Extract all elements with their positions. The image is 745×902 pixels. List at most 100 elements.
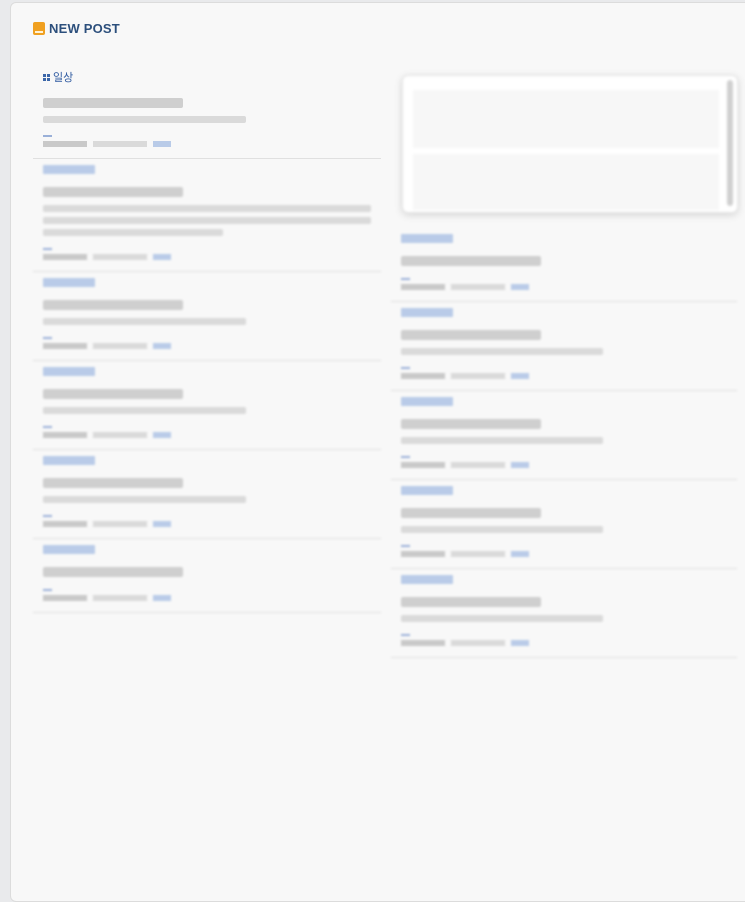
post-title[interactable]: [43, 300, 371, 310]
left-post-column: 일상: [33, 63, 381, 613]
meta-item: [43, 521, 87, 527]
post-title[interactable]: [43, 187, 371, 197]
post-category[interactable]: [43, 278, 371, 287]
category-tag: [43, 367, 95, 376]
post-card[interactable]: [33, 159, 381, 272]
category-tag: [43, 545, 95, 554]
post-excerpt-line: [401, 615, 604, 622]
post-title[interactable]: [43, 389, 371, 399]
category-tag: [43, 165, 95, 174]
post-title[interactable]: [401, 256, 727, 266]
panel-title: NEW POST: [49, 21, 120, 36]
meta-item: [511, 462, 529, 468]
post-meta: [43, 141, 371, 147]
meta-item: [93, 595, 147, 601]
post-card[interactable]: [33, 450, 381, 539]
separator-mark: [401, 367, 410, 369]
post-title[interactable]: [401, 508, 727, 518]
post-title[interactable]: [43, 98, 371, 108]
post-title[interactable]: [401, 330, 727, 340]
meta-item: [153, 141, 171, 147]
meta-item: [93, 432, 147, 438]
preview-scrollbar[interactable]: [727, 80, 733, 206]
post-category[interactable]: [43, 165, 371, 174]
post-category[interactable]: [43, 545, 371, 554]
meta-item: [451, 373, 505, 379]
category-tag: [401, 308, 453, 317]
meta-item: [451, 551, 505, 557]
post-card[interactable]: [33, 539, 381, 613]
post-card[interactable]: [391, 391, 737, 480]
post-category[interactable]: 일상: [43, 69, 371, 85]
post-excerpt-line: [43, 217, 371, 224]
post-category[interactable]: [401, 234, 727, 243]
separator-mark: [43, 515, 52, 517]
meta-item: [43, 141, 87, 147]
post-card[interactable]: [33, 361, 381, 450]
post-title[interactable]: [401, 597, 727, 607]
meta-item: [401, 284, 445, 290]
panel-header: NEW POST: [33, 21, 120, 36]
separator-mark: [43, 426, 52, 428]
post-category[interactable]: [401, 575, 727, 584]
separator-mark: [43, 135, 52, 137]
separator-mark: [43, 248, 52, 250]
meta-item: [451, 284, 505, 290]
post-category[interactable]: [43, 456, 371, 465]
meta-item: [43, 432, 87, 438]
meta-item: [93, 521, 147, 527]
meta-item: [401, 462, 445, 468]
post-category[interactable]: [401, 486, 727, 495]
meta-item: [93, 343, 147, 349]
post-meta: [43, 595, 371, 601]
post-meta: [401, 284, 727, 290]
post-excerpt-line: [43, 496, 247, 503]
post-card[interactable]: 일상: [33, 63, 381, 159]
post-meta: [43, 343, 371, 349]
post-card[interactable]: [391, 569, 737, 658]
category-tag: [401, 575, 453, 584]
post-excerpt-line: [43, 318, 247, 325]
post-card[interactable]: [391, 228, 737, 302]
book-icon: [33, 22, 45, 35]
post-title[interactable]: [43, 478, 371, 488]
meta-item: [153, 521, 171, 527]
meta-item: [93, 254, 147, 260]
post-category[interactable]: [401, 397, 727, 406]
post-excerpt-line: [43, 229, 224, 236]
category-tag: [401, 486, 453, 495]
separator-mark: [401, 634, 410, 636]
meta-item: [451, 462, 505, 468]
post-meta: [43, 432, 371, 438]
category-label: 일상: [53, 71, 74, 84]
post-excerpt-line: [43, 205, 371, 212]
meta-item: [511, 284, 529, 290]
right-post-column: [391, 228, 737, 658]
category-icon: [43, 73, 50, 81]
post-title[interactable]: [401, 419, 727, 429]
post-excerpt-line: [43, 116, 247, 123]
post-card[interactable]: [391, 302, 737, 391]
separator-mark: [401, 456, 410, 458]
post-category[interactable]: [43, 367, 371, 376]
meta-item: [451, 640, 505, 646]
post-meta: [43, 254, 371, 260]
meta-item: [401, 551, 445, 557]
post-category[interactable]: [401, 308, 727, 317]
meta-item: [43, 595, 87, 601]
separator-mark: [43, 589, 52, 591]
post-excerpt-line: [401, 437, 604, 444]
preview-popup: [402, 75, 738, 213]
category-tag: [43, 278, 95, 287]
post-excerpt-line: [401, 526, 604, 533]
meta-item: [511, 373, 529, 379]
category-tag: [43, 456, 95, 465]
post-title[interactable]: [43, 567, 371, 577]
post-excerpt-line: [401, 348, 604, 355]
post-card[interactable]: [33, 272, 381, 361]
post-card[interactable]: [391, 480, 737, 569]
meta-item: [153, 254, 171, 260]
meta-item: [153, 432, 171, 438]
meta-item: [401, 640, 445, 646]
meta-item: [401, 373, 445, 379]
